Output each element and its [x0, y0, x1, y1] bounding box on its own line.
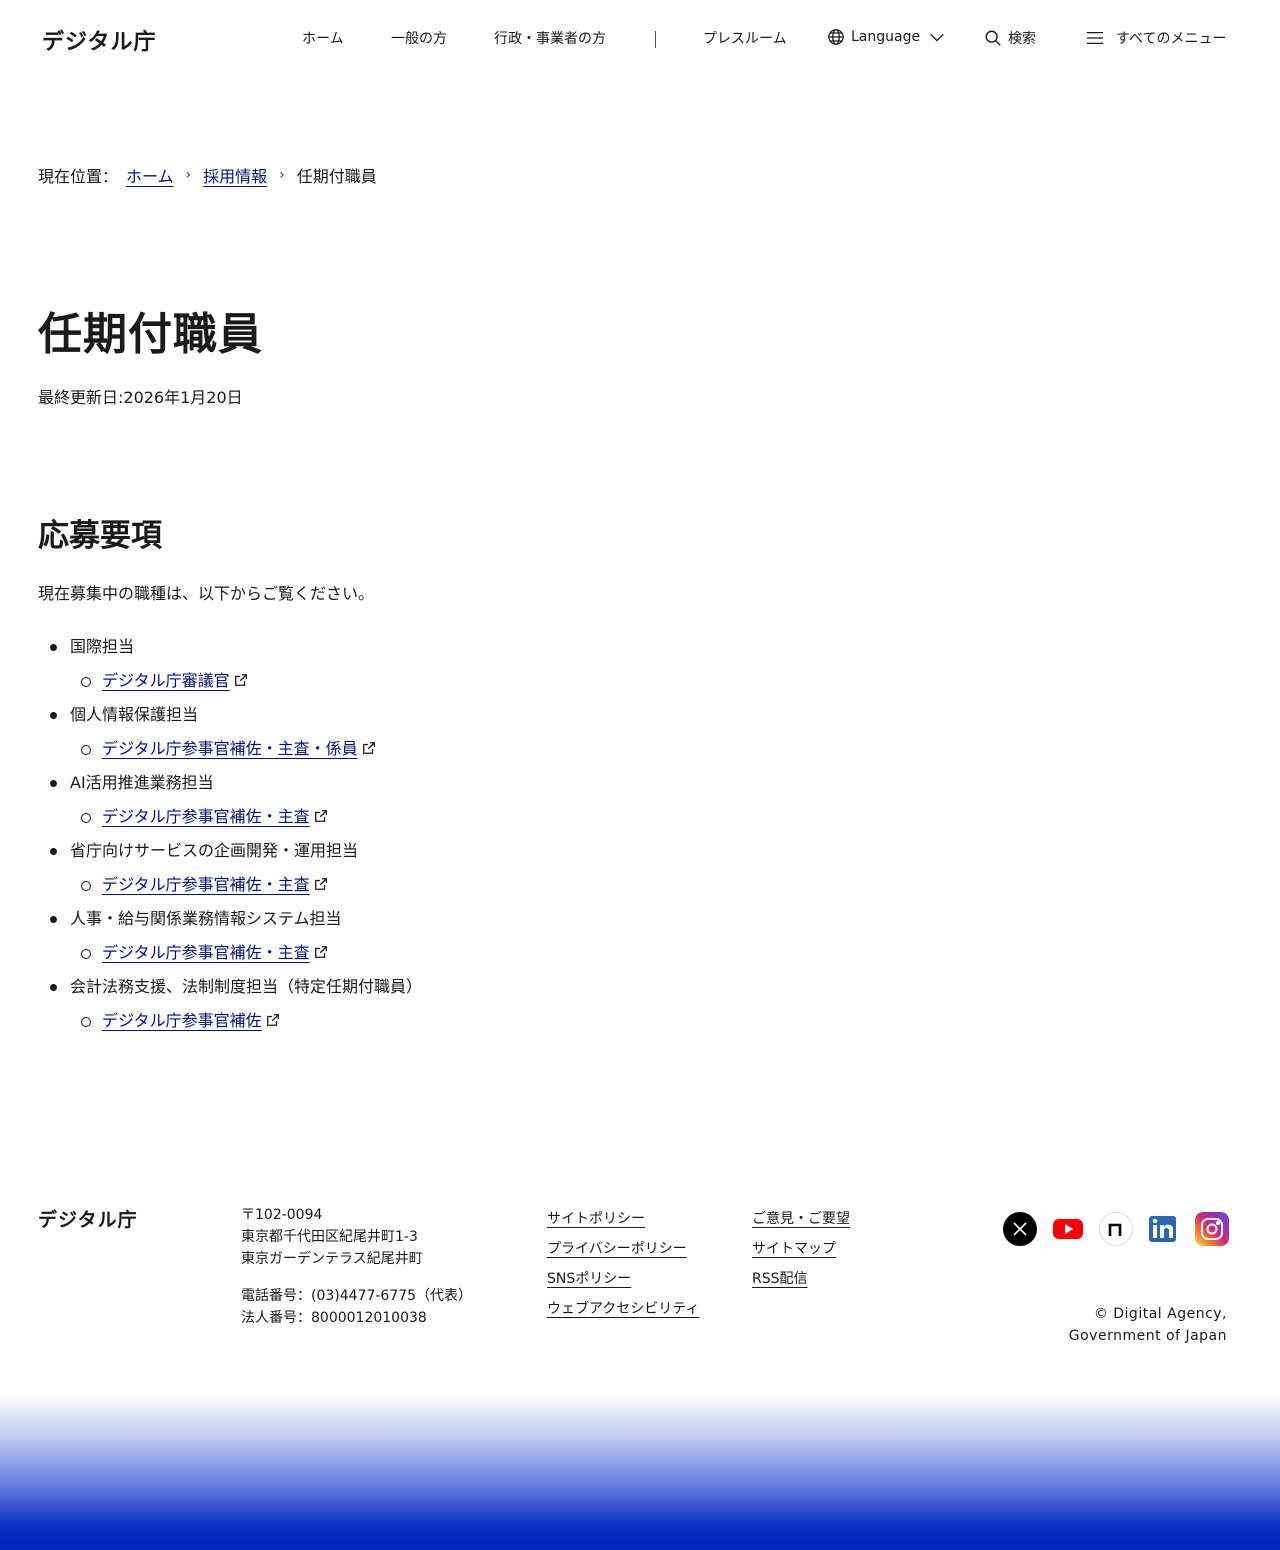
footer-gradient-band — [0, 1395, 1280, 1550]
job-link[interactable]: デジタル庁参事官補佐 — [102, 1011, 262, 1030]
nav-divider — [655, 31, 656, 48]
all-menu-button[interactable]: すべてのメニュー — [1086, 28, 1226, 48]
youtube-icon[interactable] — [1051, 1212, 1085, 1246]
phone-number: 電話番号：(03)4477-6775（代表） — [241, 1288, 473, 1304]
nav-home[interactable]: ホーム — [302, 28, 344, 48]
nav-pressroom[interactable]: プレスルーム — [703, 28, 787, 48]
site-header: デジタル庁 ホーム 一般の方 行政・事業者の方 プレスルーム Language … — [0, 0, 1280, 80]
job-sub-item: デジタル庁参事官補佐 — [38, 1006, 838, 1040]
globe-icon — [828, 29, 844, 45]
nav-government-label: 行政・事業者の方 — [494, 31, 606, 47]
search-label: 検索 — [1008, 31, 1036, 47]
external-link-icon — [266, 1014, 279, 1026]
postal-code: 〒102-0094 — [241, 1207, 323, 1223]
language-label: Language — [851, 29, 921, 45]
note-icon[interactable] — [1099, 1212, 1133, 1246]
instagram-icon[interactable] — [1195, 1212, 1229, 1246]
job-link[interactable]: デジタル庁参事官補佐・主査 — [102, 875, 310, 894]
external-link-icon — [314, 946, 327, 958]
section-intro: 現在募集中の職種は、以下からご覧ください。 — [38, 584, 375, 603]
footer-logo[interactable]: デジタル庁 — [38, 1205, 138, 1232]
footer-link-feedback[interactable]: ご意見・ご要望 — [752, 1211, 850, 1227]
footer-links-col1: サイトポリシー プライバシーポリシー SNSポリシー ウェブアクセシビリティ — [547, 1204, 699, 1324]
job-link[interactable]: デジタル庁参事官補佐・主査 — [102, 807, 310, 826]
all-menu-label: すべてのメニュー — [1116, 31, 1227, 47]
chevron-right-icon: › — [279, 167, 285, 183]
job-list: 国際担当 デジタル庁審議官 個人情報保護担当 デジタル庁参事官補佐・主査・係員 … — [38, 632, 838, 1040]
search-button[interactable]: 検索 — [984, 28, 1036, 48]
job-link[interactable]: デジタル庁参事官補佐・主査・係員 — [102, 739, 358, 758]
footer-link-site-policy[interactable]: サイトポリシー — [547, 1211, 645, 1227]
job-category: 省庁向けサービスの企画開発・運用担当 — [38, 836, 838, 870]
external-link-icon — [362, 742, 375, 754]
linkedin-icon[interactable] — [1147, 1212, 1181, 1246]
last-updated: 最終更新日:2026年1月20日 — [38, 388, 243, 407]
nav-pressroom-label: プレスルーム — [703, 31, 787, 47]
job-sub-item: デジタル庁参事官補佐・主査 — [38, 938, 838, 972]
footer-links-col2: ご意見・ご要望 サイトマップ RSS配信 — [752, 1204, 850, 1294]
external-link-icon — [314, 878, 327, 890]
copyright: © Digital Agency, Government of Japan — [1069, 1303, 1227, 1347]
job-sub-item: デジタル庁参事官補佐・主査・係員 — [38, 734, 838, 768]
search-icon — [985, 30, 1001, 46]
copyright-line-1: © Digital Agency, — [1093, 1306, 1227, 1322]
job-category: 人事・給与関係業務情報システム担当 — [38, 904, 838, 938]
corporate-number: 法人番号：8000012010038 — [241, 1310, 427, 1326]
chevron-right-icon: › — [185, 167, 192, 183]
breadcrumb: 現在位置： ホーム › 採用情報 › 任期付職員 — [38, 163, 377, 187]
footer-link-accessibility[interactable]: ウェブアクセシビリティ — [547, 1301, 699, 1317]
footer-link-sitemap[interactable]: サイトマップ — [752, 1241, 836, 1257]
chevron-down-icon — [930, 33, 944, 42]
address-line-1: 東京都千代田区紀尾井町1-3 — [241, 1229, 418, 1245]
job-link[interactable]: デジタル庁審議官 — [102, 671, 230, 690]
x-icon[interactable] — [1003, 1212, 1037, 1246]
breadcrumb-recruit-link[interactable]: 採用情報 — [203, 163, 267, 187]
job-sub-item: デジタル庁参事官補佐・主査 — [38, 802, 838, 836]
breadcrumb-prefix: 現在位置： — [38, 167, 119, 186]
job-category: 国際担当 — [38, 632, 838, 666]
menu-icon — [1086, 31, 1104, 45]
job-sub-item: デジタル庁参事官補佐・主査 — [38, 870, 838, 904]
page-title: 任期付職員 — [38, 309, 263, 360]
breadcrumb-current: 任期付職員 — [296, 167, 377, 186]
section-title: 応募要項 — [38, 518, 162, 554]
address-line-2: 東京ガーデンテラス紀尾井町 — [241, 1251, 423, 1267]
external-link-icon — [234, 674, 247, 686]
nav-home-label: ホーム — [302, 31, 344, 47]
job-category: AI活用推進業務担当 — [38, 768, 838, 802]
nav-government[interactable]: 行政・事業者の方 — [494, 28, 606, 48]
job-sub-item: デジタル庁審議官 — [38, 666, 838, 700]
footer-address: 〒102-0094 東京都千代田区紀尾井町1-3 東京ガーデンテラス紀尾井町 — [241, 1204, 423, 1270]
language-menu[interactable]: Language — [827, 28, 946, 46]
job-link[interactable]: デジタル庁参事官補佐・主査 — [102, 943, 310, 962]
footer-link-sns-policy[interactable]: SNSポリシー — [547, 1271, 631, 1287]
footer-link-rss[interactable]: RSS配信 — [752, 1271, 808, 1287]
nav-general[interactable]: 一般の方 — [391, 28, 447, 48]
footer-contact: 電話番号：(03)4477-6775（代表） 法人番号：800001201003… — [241, 1285, 472, 1329]
breadcrumb-home-link[interactable]: ホーム — [126, 163, 174, 187]
job-category: 会計法務支援、法制制度担当（特定任期付職員） — [38, 972, 838, 1006]
nav-general-label: 一般の方 — [391, 31, 447, 47]
external-link-icon — [314, 810, 327, 822]
copyright-line-2: Government of Japan — [1068, 1328, 1227, 1344]
footer-link-privacy-policy[interactable]: プライバシーポリシー — [547, 1241, 687, 1257]
site-logo[interactable]: デジタル庁 — [42, 24, 157, 56]
job-category: 個人情報保護担当 — [38, 700, 838, 734]
